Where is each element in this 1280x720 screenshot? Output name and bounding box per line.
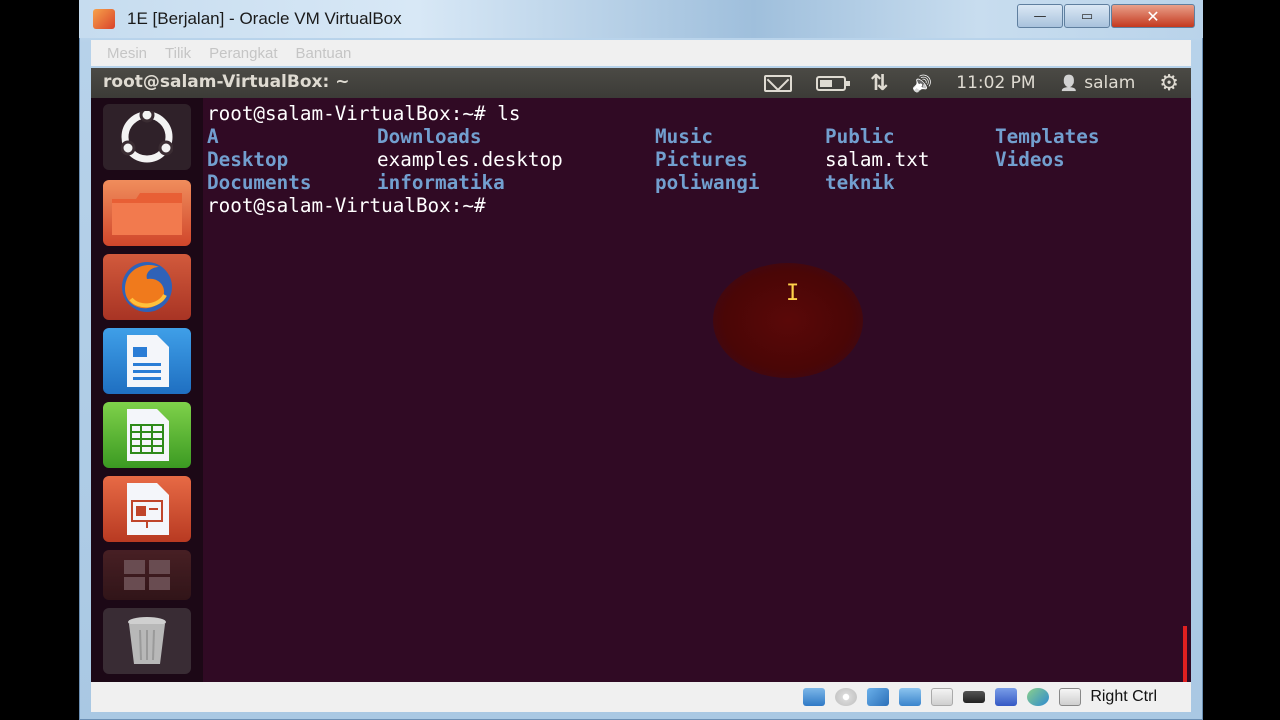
menu-bantuan[interactable]: Bantuan [296, 45, 352, 62]
ls-entry: Downloads [377, 125, 482, 148]
network-transfer-icon: ⇅ [869, 70, 889, 96]
ls-entry: poliwangi [655, 171, 760, 194]
volume-icon: 🔊 [912, 73, 933, 93]
network-indicator[interactable]: ⇅ [870, 71, 888, 96]
launcher-item-trash[interactable] [103, 608, 191, 674]
launcher-item-dash[interactable] [103, 104, 191, 170]
libreoffice-impress-icon [127, 483, 169, 535]
user-indicator[interactable]: 👤 salam [1060, 73, 1136, 93]
mouse-integration-icon[interactable] [1027, 688, 1050, 706]
sound-indicator[interactable]: 🔊 [912, 74, 932, 93]
ubuntu-dash-icon [121, 111, 173, 163]
command-line: root@salam-VirtualBox:~# ls [207, 102, 521, 125]
maximize-button[interactable]: ▭ [1064, 4, 1110, 28]
ls-entry: Pictures [655, 148, 748, 171]
ls-entry: examples.desktop [377, 148, 563, 171]
ls-entry: Templates [995, 125, 1100, 148]
ls-entry: salam.txt [825, 148, 930, 171]
window-title: 1E [Berjalan] - Oracle VM VirtualBox [127, 9, 402, 28]
optical-drive-icon[interactable] [835, 688, 858, 706]
minimize-button[interactable]: — [1017, 4, 1063, 28]
launcher-item-calc[interactable] [103, 402, 191, 468]
libreoffice-calc-icon [127, 409, 169, 461]
terminal-output[interactable]: root@salam-VirtualBox:~# ls A Downloads … [203, 98, 1191, 682]
ls-entry: informatika [377, 171, 505, 194]
virtualbox-app-icon [93, 9, 115, 29]
ls-entry: Documents [207, 171, 312, 194]
launcher-item-files[interactable] [103, 180, 191, 246]
menu-mesin[interactable]: Mesin [107, 45, 147, 62]
minimize-icon: — [1033, 8, 1047, 24]
text-cursor-icon: I [786, 281, 800, 306]
clock[interactable]: 11:02 PM [956, 73, 1035, 93]
ls-entry: Public [825, 125, 895, 148]
unity-launcher [91, 98, 203, 682]
ls-entry: Videos [995, 148, 1065, 171]
launcher-item-workspaces[interactable] [103, 550, 191, 600]
launcher-item-writer[interactable] [103, 328, 191, 394]
close-icon: ✕ [1146, 6, 1160, 26]
active-window-title: root@salam-VirtualBox: ~ [103, 72, 350, 92]
messaging-indicator[interactable] [763, 74, 792, 92]
user-icon: 👤 [1059, 74, 1079, 92]
maximize-icon: ▭ [1080, 8, 1094, 24]
ls-entry: A [207, 125, 219, 148]
host-key-icon[interactable] [1059, 688, 1082, 706]
files-folder-icon [112, 193, 182, 235]
shared-folders-icon[interactable] [931, 688, 954, 706]
ls-entry: teknik [825, 171, 895, 194]
trash-icon [128, 617, 166, 664]
ls-entry [995, 171, 1155, 194]
workspace-switcher-icon [124, 560, 170, 590]
virtualbox-menubar: Mesin Tilik Perangkat Bantuan [91, 40, 1191, 66]
menu-perangkat[interactable]: Perangkat [209, 45, 277, 62]
menu-tilik[interactable]: Tilik [165, 45, 191, 62]
ubuntu-top-panel: root@salam-VirtualBox: ~ ⇅ 🔊 11:02 PM 👤 … [91, 68, 1191, 98]
prompt-line: root@salam-VirtualBox:~# [207, 194, 498, 217]
virtualbox-statusbar: Right Ctrl [91, 682, 1191, 712]
panel-indicators: ⇅ 🔊 11:02 PM 👤 salam ⚙ [752, 68, 1191, 98]
user-name: salam [1084, 73, 1136, 93]
virtualization-icon[interactable] [995, 688, 1018, 706]
mail-icon [763, 74, 792, 92]
libreoffice-writer-icon [127, 335, 169, 387]
ls-entry: Desktop [207, 148, 289, 171]
guest-screen[interactable]: root@salam-VirtualBox: ~ ⇅ 🔊 11:02 PM 👤 … [91, 68, 1191, 682]
window-titlebar[interactable]: 1E [Berjalan] - Oracle VM VirtualBox — ▭… [79, 0, 1203, 38]
battery-indicator[interactable] [815, 75, 850, 91]
launcher-item-firefox[interactable] [103, 254, 191, 320]
firefox-icon [122, 262, 172, 312]
network-icon[interactable] [899, 688, 922, 706]
scrollbar[interactable] [1183, 626, 1187, 682]
launcher-item-impress[interactable] [103, 476, 191, 542]
close-button[interactable]: ✕ [1111, 4, 1195, 28]
battery-icon [815, 75, 850, 91]
video-capture-icon[interactable] [963, 691, 986, 703]
session-indicator[interactable]: ⚙ [1159, 71, 1179, 96]
hard-disk-icon[interactable] [803, 688, 826, 706]
ls-output: A Downloads Music Public Templates Deskt… [207, 125, 1187, 194]
gear-icon: ⚙ [1159, 70, 1179, 96]
host-key-label: Right Ctrl [1090, 688, 1157, 705]
usb-icon[interactable] [867, 688, 890, 706]
ls-entry: Music [655, 125, 714, 148]
